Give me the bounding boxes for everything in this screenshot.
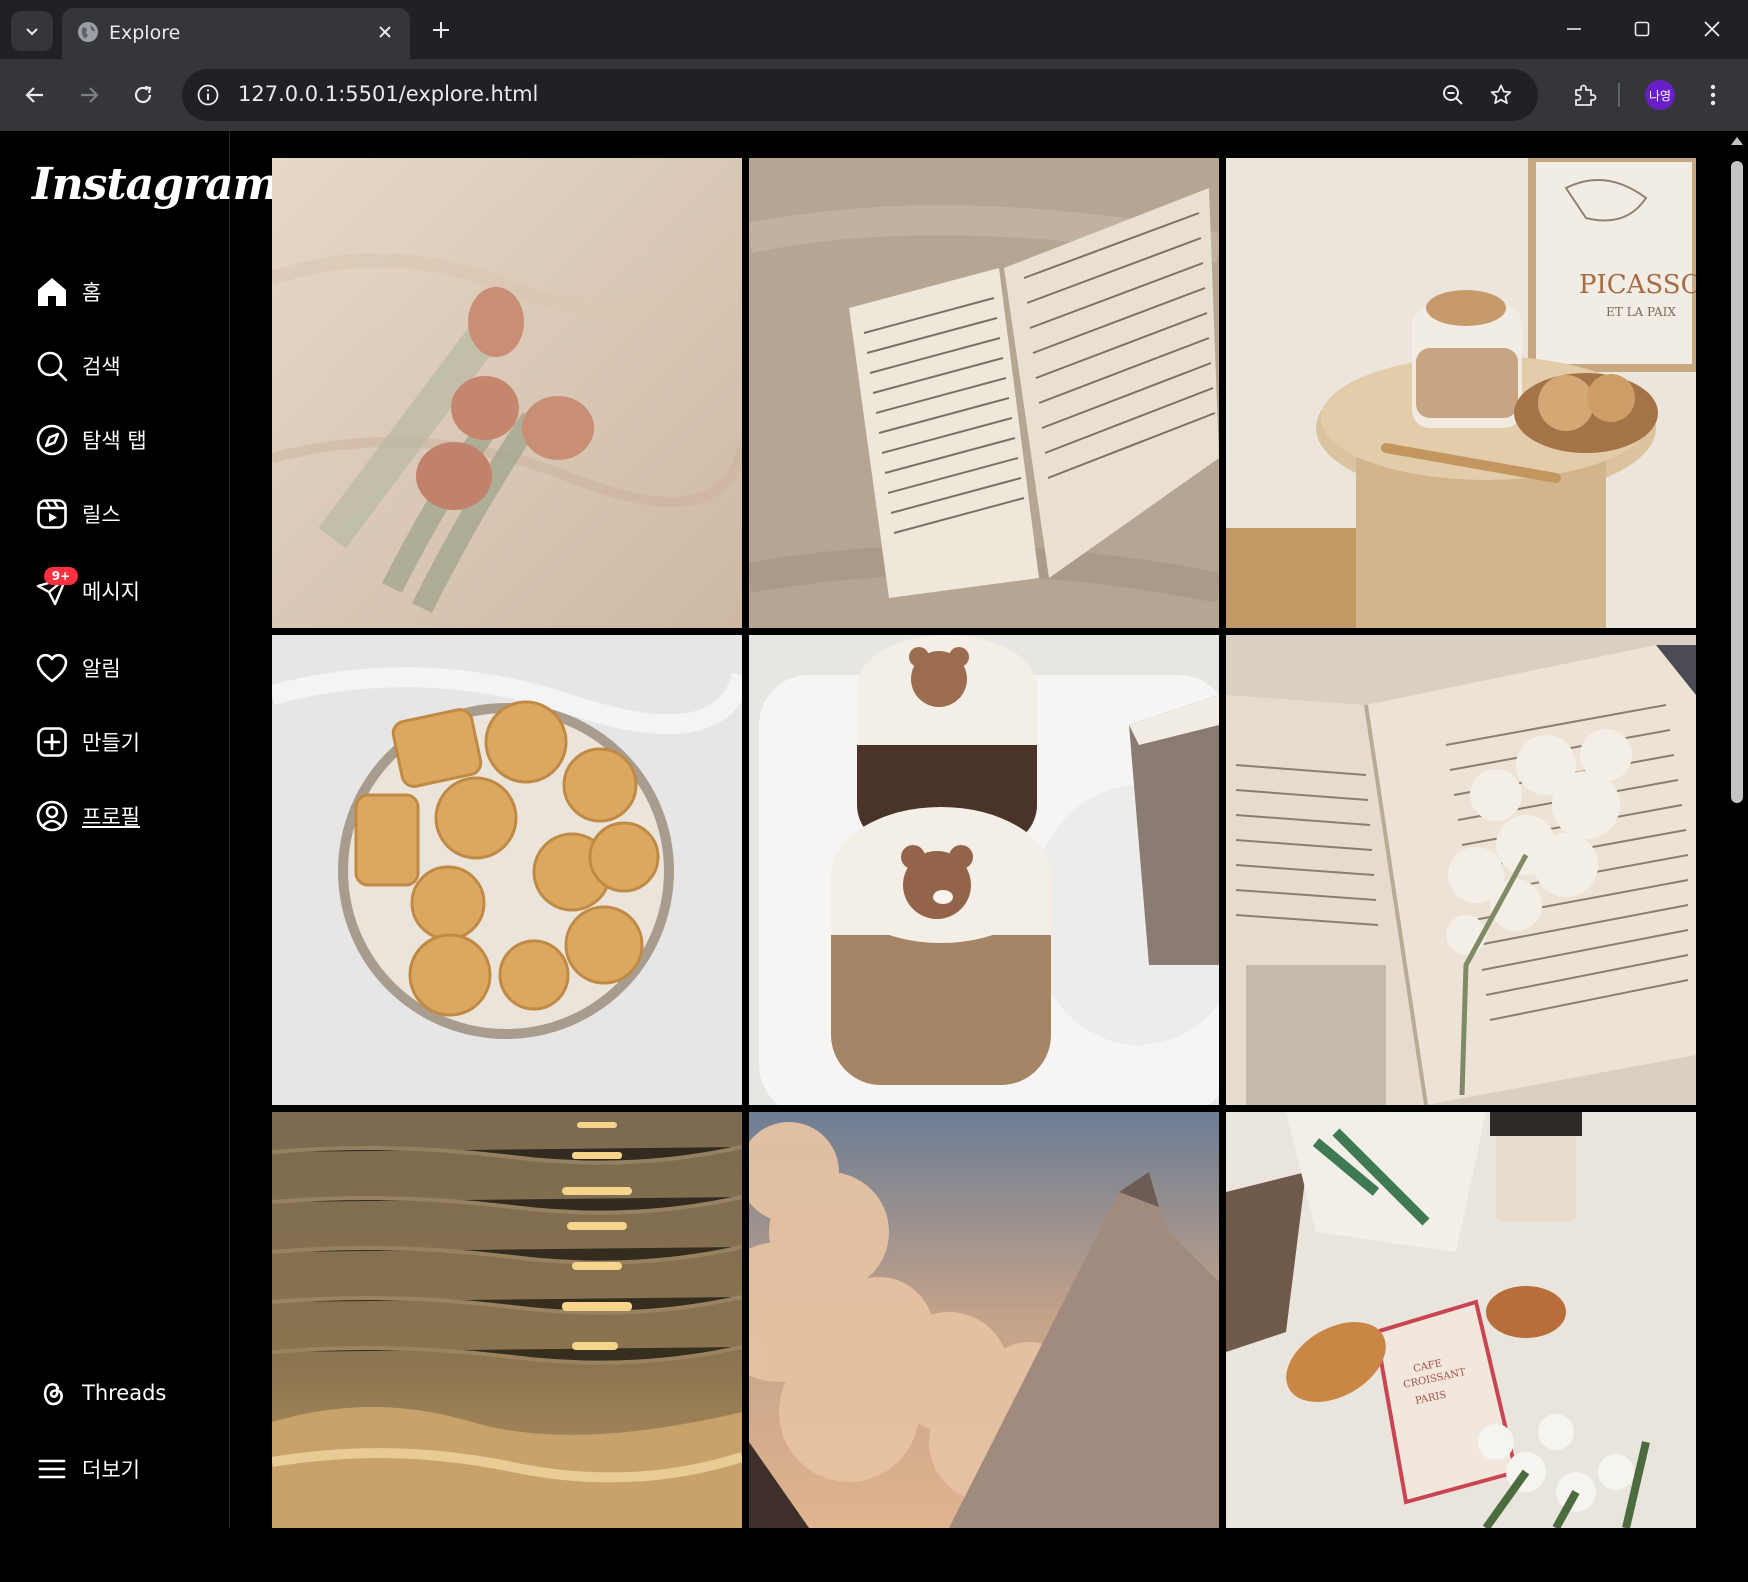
profile-avatar[interactable]: 나영 (1645, 80, 1675, 110)
sidebar-item-more[interactable]: 더보기 (20, 1440, 210, 1498)
sunset-sea-image (272, 1112, 742, 1528)
poster-title: PICASSO (1579, 270, 1696, 300)
browser-toolbar: 127.0.0.1:5501/explore.html 나영 (0, 59, 1748, 131)
sidebar-item-home[interactable]: 홈 (20, 263, 210, 321)
reload-button[interactable] (122, 74, 164, 116)
minimize-icon (1567, 28, 1581, 30)
poster-subtitle: ET LA PAIX (1606, 305, 1676, 319)
bear-latte-image (749, 635, 1219, 1105)
picnic-image: CAFE CROISSANT PARIS (1226, 1112, 1696, 1528)
reload-icon (134, 85, 152, 104)
sidebar-item-label: 검색 (82, 355, 121, 379)
zoom-out-icon (1443, 85, 1463, 105)
explore-post-book[interactable] (749, 158, 1219, 628)
puzzle-icon (1575, 84, 1597, 106)
sidebar: Instagram 홈 검색 탐색 탭 릴스 9+ 메시지 알림 만들기 프로필… (0, 131, 279, 1528)
book-lilac-image (1226, 635, 1696, 1105)
compass-icon (32, 420, 72, 460)
sidebar-item-create[interactable]: 만들기 (20, 713, 210, 771)
url-text[interactable]: 127.0.0.1:5501/explore.html (238, 82, 538, 106)
window-close-button[interactable] (1686, 7, 1738, 51)
address-bar[interactable]: 127.0.0.1:5501/explore.html (182, 69, 1538, 121)
toolbar-divider (1618, 83, 1620, 107)
sidebar-item-explore[interactable]: 탐색 탭 (20, 411, 210, 469)
sidebar-item-label: 홈 (82, 281, 102, 305)
search-icon (32, 346, 72, 386)
zoom-button[interactable] (1438, 80, 1468, 110)
arrow-left-icon (25, 87, 43, 103)
close-icon (1704, 21, 1720, 37)
explore-post-sunset-sea[interactable] (272, 1112, 742, 1582)
browser-tab-explore[interactable]: Explore (62, 8, 410, 59)
plus-square-icon (32, 722, 72, 762)
bookmark-button[interactable] (1486, 80, 1516, 110)
sidebar-item-label: 탐색 탭 (82, 429, 147, 453)
globe-icon (78, 22, 98, 42)
sidebar-item-search[interactable]: 검색 (20, 337, 210, 395)
sidebar-item-label: 만들기 (82, 731, 140, 755)
heart-icon (32, 648, 72, 688)
browser-menu-button[interactable] (1696, 74, 1730, 116)
sidebar-item-notifications[interactable]: 알림 (20, 639, 210, 697)
star-icon (1490, 84, 1512, 104)
extensions-button[interactable] (1564, 74, 1606, 116)
maximize-button[interactable] (1616, 7, 1668, 51)
kebab-menu-icon (1710, 84, 1716, 106)
sidebar-item-reels[interactable]: 릴스 (20, 485, 210, 543)
sidebar-item-label: 프로필 (82, 805, 140, 829)
explore-post-book-lilac[interactable] (1226, 635, 1696, 1105)
maximize-icon (1634, 21, 1650, 37)
page-scrollbar[interactable] (1726, 131, 1748, 1528)
explore-post-tulips[interactable] (272, 158, 742, 628)
scroll-up-arrow-icon[interactable] (1731, 137, 1743, 145)
airplane-wing-image (749, 1112, 1219, 1528)
latte-cookies-image: PICASSO ET LA PAIX (1226, 158, 1696, 628)
minimize-button[interactable] (1548, 7, 1600, 51)
home-icon (32, 272, 72, 312)
menu-icon (32, 1449, 72, 1489)
notification-badge: 9+ (44, 567, 78, 585)
back-button[interactable] (14, 74, 56, 116)
explore-post-airplane[interactable] (749, 1112, 1219, 1582)
sidebar-item-messages[interactable]: 9+ 메시지 (20, 562, 210, 620)
threads-icon (32, 1373, 72, 1413)
arrow-right-icon (81, 87, 99, 103)
sidebar-item-label: 메시지 (82, 580, 140, 604)
cookie-tin-image (272, 635, 742, 1105)
tab-close-button[interactable] (372, 19, 398, 45)
reels-icon (32, 494, 72, 534)
close-icon (379, 26, 391, 38)
explore-post-cookie-tin[interactable] (272, 635, 742, 1105)
explore-grid: PICASSO ET LA PAIX CAFE CROISSANT PARIS (272, 158, 1698, 1528)
tulips-image (272, 158, 742, 628)
explore-post-latte-table[interactable]: PICASSO ET LA PAIX (1226, 158, 1696, 628)
chevron-down-icon (26, 28, 38, 36)
sidebar-item-label: Threads (82, 1381, 167, 1405)
scrollbar-thumb[interactable] (1731, 161, 1743, 803)
tab-title: Explore (109, 22, 181, 44)
sidebar-item-threads[interactable]: Threads (20, 1364, 210, 1422)
site-info-button[interactable] (194, 81, 222, 109)
paper-plane-icon: 9+ (32, 567, 78, 611)
tab-search-button[interactable] (11, 11, 53, 51)
forward-button[interactable] (68, 74, 110, 116)
open-book-image (749, 158, 1219, 628)
sidebar-item-label: 알림 (82, 657, 121, 681)
sidebar-item-label: 릴스 (82, 503, 121, 527)
browser-titlebar: Explore (0, 0, 1748, 59)
info-icon (197, 84, 219, 106)
sidebar-item-label: 더보기 (82, 1458, 140, 1482)
explore-post-picnic[interactable]: CAFE CROISSANT PARIS (1226, 1112, 1696, 1582)
sidebar-item-profile[interactable]: 프로필 (20, 787, 210, 845)
instagram-logo[interactable]: Instagram (32, 159, 279, 210)
explore-post-bear-latte[interactable] (749, 635, 1219, 1105)
user-circle-icon (32, 796, 72, 836)
new-tab-button[interactable] (424, 13, 458, 47)
plus-icon (433, 22, 449, 38)
